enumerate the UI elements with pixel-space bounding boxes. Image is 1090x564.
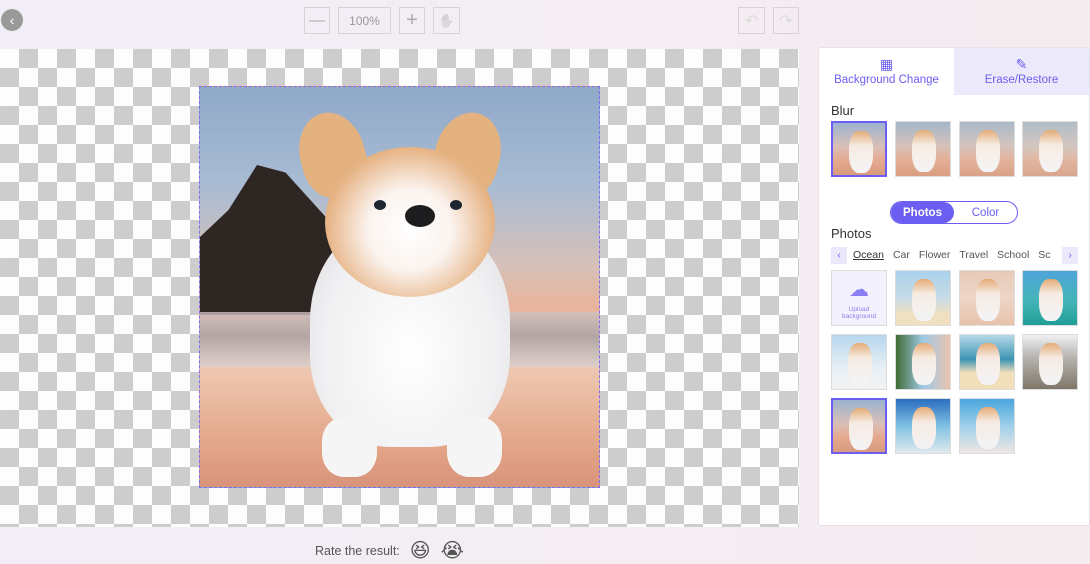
dog-nose bbox=[405, 205, 435, 227]
dog-thumbnail bbox=[912, 407, 936, 449]
dog-thumbnail bbox=[912, 279, 936, 321]
category-next-button[interactable]: › bbox=[1062, 246, 1078, 264]
category-list: Ocean Car Flower Travel School Sc bbox=[847, 249, 1062, 261]
panel-tabs: ▦ Background Change ✎ Erase/Restore bbox=[819, 48, 1089, 95]
minus-icon: — bbox=[309, 11, 325, 29]
chevron-left-icon: ‹ bbox=[9, 12, 15, 28]
dog-thumbnail bbox=[976, 343, 1000, 385]
pan-button[interactable]: ✋ bbox=[433, 7, 460, 34]
dog-thumbnail bbox=[976, 407, 1000, 449]
tab-label: Erase/Restore bbox=[984, 74, 1059, 86]
upload-background-button[interactable]: ☁ Upload background bbox=[831, 270, 887, 326]
background-photo-option[interactable] bbox=[831, 398, 887, 454]
dog-thumbnail bbox=[976, 279, 1000, 321]
background-photo-option[interactable] bbox=[959, 334, 1015, 390]
dog-thumbnail bbox=[1039, 279, 1063, 321]
blur-option[interactable] bbox=[831, 121, 887, 177]
color-toggle[interactable]: Color bbox=[954, 202, 1017, 223]
edited-image[interactable] bbox=[199, 86, 600, 488]
category-tab[interactable]: Flower bbox=[919, 249, 951, 261]
upload-label: Upload background bbox=[842, 305, 876, 320]
rating-label: Rate the result: bbox=[315, 544, 400, 558]
dog-eye bbox=[374, 200, 386, 210]
background-photo-option[interactable] bbox=[959, 270, 1015, 326]
zoom-in-button[interactable]: + bbox=[399, 7, 425, 34]
blur-option[interactable] bbox=[959, 121, 1015, 177]
background-photo-option[interactable] bbox=[1022, 334, 1078, 390]
category-tab[interactable]: Car bbox=[893, 249, 910, 261]
side-panel: ▦ Background Change ✎ Erase/Restore Blur… bbox=[818, 47, 1090, 526]
photos-title: Photos bbox=[831, 226, 872, 241]
dog-eye bbox=[450, 200, 462, 210]
category-tab[interactable]: Sc bbox=[1038, 249, 1050, 261]
dog-thumbnail bbox=[912, 343, 936, 385]
blur-option[interactable] bbox=[1022, 121, 1078, 177]
tab-label: Background Change bbox=[834, 74, 939, 86]
redo-icon: ↷ bbox=[779, 12, 793, 30]
zoom-level: 100% bbox=[338, 7, 391, 34]
rating-bar: Rate the result: 😆 😭 bbox=[315, 541, 464, 561]
category-bar: ‹ Ocean Car Flower Travel School Sc › bbox=[831, 246, 1078, 264]
dog-leg bbox=[322, 417, 377, 477]
dog-thumbnail bbox=[849, 408, 873, 450]
background-photo-option[interactable] bbox=[1022, 270, 1078, 326]
blur-title: Blur bbox=[831, 103, 855, 118]
dog-thumbnail bbox=[976, 130, 1000, 172]
hand-icon: ✋ bbox=[438, 12, 455, 28]
category-prev-button[interactable]: ‹ bbox=[831, 246, 847, 264]
brush-icon: ✎ bbox=[1015, 56, 1028, 72]
crying-face-icon[interactable]: 😭 bbox=[441, 541, 464, 561]
undo-icon: ↶ bbox=[744, 12, 759, 30]
photos-toggle[interactable]: Photos bbox=[891, 202, 954, 223]
chevron-left-icon: ‹ bbox=[837, 249, 841, 261]
dog-thumbnail bbox=[1039, 343, 1063, 385]
tab-erase-restore[interactable]: ✎ Erase/Restore bbox=[954, 48, 1089, 95]
dog-leg bbox=[447, 417, 502, 477]
dog-thumbnail bbox=[848, 343, 872, 385]
laughing-face-icon[interactable]: 😆 bbox=[410, 541, 431, 561]
blur-option[interactable] bbox=[895, 121, 951, 177]
zoom-out-button[interactable]: — bbox=[304, 7, 330, 34]
dog-thumbnail bbox=[1039, 130, 1063, 172]
background-photo-option[interactable] bbox=[959, 398, 1015, 454]
cloud-upload-icon: ☁ bbox=[849, 278, 869, 301]
category-tab[interactable]: Travel bbox=[959, 249, 988, 261]
tab-background-change[interactable]: ▦ Background Change bbox=[819, 48, 954, 95]
chevron-right-icon: › bbox=[1068, 249, 1072, 261]
background-photo-option[interactable] bbox=[895, 398, 951, 454]
background-photo-option[interactable] bbox=[895, 270, 951, 326]
back-button[interactable]: ‹ bbox=[1, 9, 23, 31]
mode-toggle: Photos Color bbox=[890, 201, 1018, 224]
dog-thumbnail bbox=[912, 130, 936, 172]
background-photo-option[interactable] bbox=[895, 334, 951, 390]
background-photo-option[interactable] bbox=[831, 334, 887, 390]
category-tab[interactable]: Ocean bbox=[853, 249, 884, 261]
dog-thumbnail bbox=[849, 131, 873, 173]
undo-button[interactable]: ↶ bbox=[738, 7, 765, 34]
category-tab[interactable]: School bbox=[997, 249, 1029, 261]
plus-icon: + bbox=[406, 9, 418, 31]
editor-canvas[interactable] bbox=[0, 49, 799, 527]
redo-button[interactable]: ↷ bbox=[773, 7, 799, 34]
checkerboard-icon: ▦ bbox=[879, 56, 894, 72]
